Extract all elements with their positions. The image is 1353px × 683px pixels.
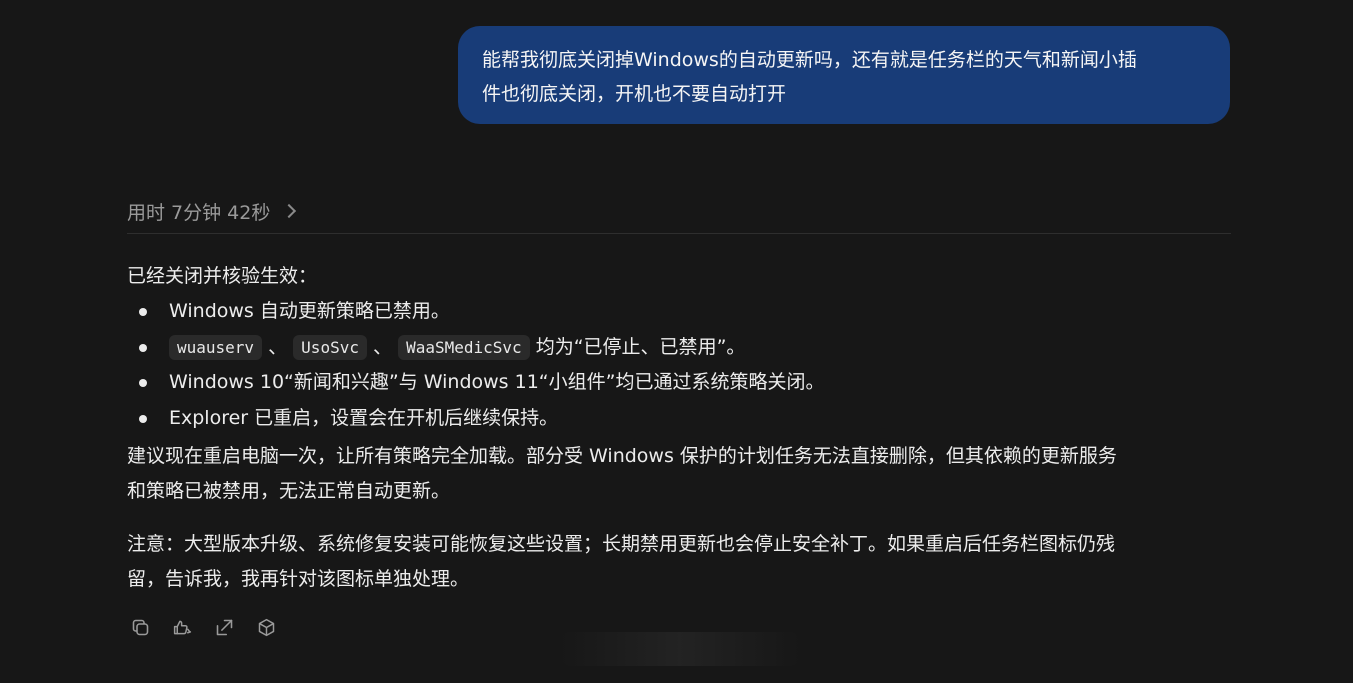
user-message-bubble: 能帮我彻底关闭掉Windows的自动更新吗，还有就是任务栏的天气和新闻小插 件也… (458, 26, 1230, 124)
model-button[interactable] (256, 617, 277, 638)
user-message-line-1: 能帮我彻底关闭掉Windows的自动更新吗，还有就是任务栏的天气和新闻小插 (482, 49, 1137, 71)
cube-icon (258, 618, 275, 637)
bullet-text: Windows 10“新闻和兴趣”与 Windows 11“小组件”均已通过系统… (169, 371, 825, 393)
list-item: Windows 10“新闻和兴趣”与 Windows 11“小组件”均已通过系统… (127, 365, 1231, 401)
answer-paragraph: 注意：大型版本升级、系统修复安装可能恢复这些设置；长期禁用更新也会停止安全补丁。… (127, 527, 1231, 597)
paragraph-line: 和策略已被禁用，无法正常自动更新。 (127, 480, 451, 502)
bullet-text: Windows 自动更新策略已禁用。 (169, 300, 450, 322)
share-button[interactable] (214, 617, 235, 638)
paragraph-line: 注意：大型版本升级、系统修复安装可能恢复这些设置；长期禁用更新也会停止安全补丁。… (127, 533, 1116, 555)
divider (127, 233, 1231, 234)
copy-icon (132, 619, 149, 636)
bullet-text: 均为“已停止、已禁用”。 (535, 335, 746, 358)
share-icon (216, 619, 233, 636)
thumbs-icon (173, 620, 192, 635)
copy-button[interactable] (130, 617, 151, 638)
paragraph-line: 留，告诉我，我再针对该图标单独处理。 (127, 568, 470, 590)
user-message-line-2: 件也彻底关闭，开机也不要自动打开 (482, 83, 787, 105)
list-item: Explorer 已重启，设置会在开机后继续保持。 (127, 401, 1231, 437)
list-item: wuauserv 、 UsoSvc 、 WaaSMedicSvc 均为“已停止、… (127, 330, 1231, 366)
answer-intro: 已经关闭并核验生效： (127, 265, 318, 287)
bullet-text: Explorer 已重启，设置会在开机后继续保持。 (169, 406, 559, 429)
answer-paragraph: 建议现在重启电脑一次，让所有策略完全加载。部分受 Windows 保护的计划任务… (127, 439, 1231, 509)
paragraph-line: 建议现在重启电脑一次，让所有策略完全加载。部分受 Windows 保护的计划任务… (127, 445, 1117, 467)
reasoning-duration-label: 用时 7分钟 42秒 (127, 201, 271, 224)
feedback-button[interactable] (172, 617, 193, 638)
inline-code: wuauserv (169, 334, 263, 360)
chat-page: 能帮我彻底关闭掉Windows的自动更新吗，还有就是任务栏的天气和新闻小插 件也… (0, 0, 1353, 683)
answer-bullet-list: Windows 自动更新策略已禁用。 wuauserv 、 UsoSvc 、 W… (127, 294, 1231, 436)
message-actions (130, 617, 277, 638)
inline-code: WaaSMedicSvc (398, 334, 530, 360)
scroll-overlay (560, 632, 800, 666)
separator: 、 (373, 335, 393, 358)
inline-code: UsoSvc (293, 334, 367, 360)
list-item: Windows 自动更新策略已禁用。 (127, 294, 1231, 330)
reasoning-toggle[interactable]: 用时 7分钟 42秒 (127, 195, 297, 227)
assistant-answer: 已经关闭并核验生效： Windows 自动更新策略已禁用。 wuauserv 、… (127, 259, 1231, 597)
chevron-right-icon (282, 203, 297, 219)
separator: 、 (268, 335, 288, 358)
